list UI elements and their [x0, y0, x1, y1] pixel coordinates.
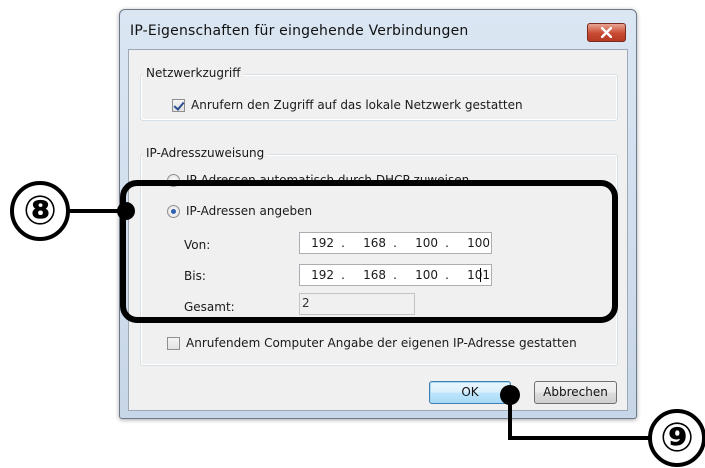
- step8-connector-dot: [117, 202, 135, 220]
- step8-annotation-label: ⑧: [23, 188, 57, 234]
- annotation-overlay: [10, 180, 705, 467]
- step8-highlight-box: [120, 180, 618, 323]
- step9-annotation-label: ⑨: [660, 415, 694, 461]
- step9-connector-line: [508, 395, 651, 440]
